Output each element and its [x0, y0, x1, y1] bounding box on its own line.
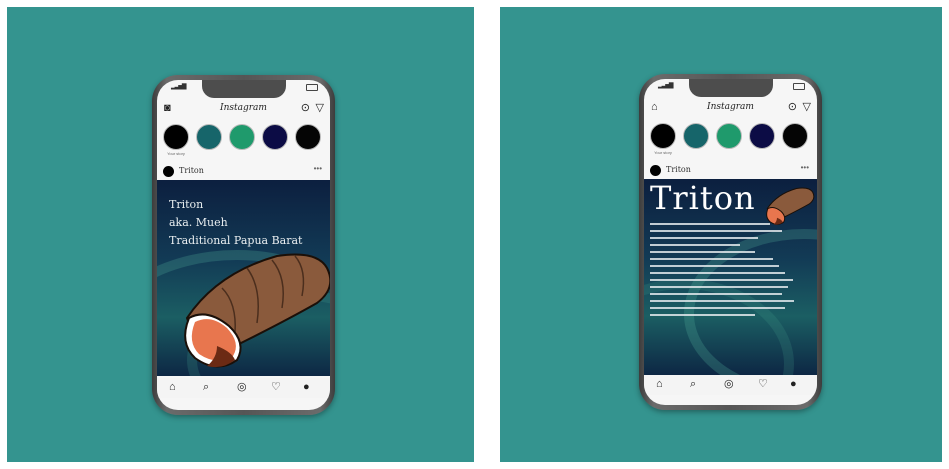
signal-icon: ▂▃▅▇: [658, 83, 674, 89]
battery-icon: [793, 83, 805, 90]
story-avatar: [295, 124, 321, 150]
bottom-nav: ⌂ ⌕ ◎ ♡ ●: [157, 378, 330, 398]
bottom-nav: ⌂ ⌕ ◎ ♡ ●: [644, 375, 817, 395]
right-phone-mockup: ▂▃▅▇ ⌂ Instagram ⊙ ▽ Your story Triton •…: [639, 74, 822, 410]
story-avatar: [196, 124, 222, 150]
post-big-title: Triton: [650, 179, 756, 217]
post-image: Triton aka. Mueh Traditional Papua Barat: [157, 180, 330, 376]
home-icon[interactable]: ⌂: [169, 381, 176, 393]
signal-icon: ▂▃▅▇: [171, 84, 187, 90]
app-header: ⌂ Instagram ⊙ ▽: [644, 99, 817, 119]
right-mockup-background: ▂▃▅▇ ⌂ Instagram ⊙ ▽ Your story Triton •…: [500, 7, 942, 462]
post-avatar[interactable]: [163, 166, 174, 177]
profile-icon[interactable]: ●: [790, 378, 797, 390]
post-avatar[interactable]: [650, 165, 661, 176]
story-avatar: [749, 123, 775, 149]
post-caption-line: Traditional Papua Barat: [169, 234, 303, 247]
story-avatar: [683, 123, 709, 149]
story-avatar: [229, 124, 255, 150]
story-item[interactable]: [194, 124, 224, 151]
story-item[interactable]: [780, 123, 810, 150]
post-caption-line: Triton: [169, 198, 204, 211]
story-avatar: [262, 124, 288, 150]
story-avatar: [650, 123, 676, 149]
story-item[interactable]: Your story: [161, 124, 191, 156]
more-options-icon[interactable]: •••: [314, 164, 322, 173]
left-phone-screen: ▂▃▅▇ ◙ Instagram ⊙ ▽ Your story Triton •…: [157, 80, 330, 410]
right-phone-screen: ▂▃▅▇ ⌂ Instagram ⊙ ▽ Your story Triton •…: [644, 79, 817, 405]
igtv-icon[interactable]: ⊙: [788, 102, 797, 113]
reels-icon[interactable]: ◎: [724, 378, 734, 390]
story-avatar: [782, 123, 808, 149]
direct-message-icon[interactable]: ▽: [316, 103, 324, 114]
direct-message-icon[interactable]: ▽: [803, 102, 811, 113]
story-item[interactable]: [747, 123, 777, 150]
story-item[interactable]: [260, 124, 290, 151]
story-item[interactable]: [293, 124, 323, 151]
triton-shell-illustration: [184, 253, 330, 368]
search-icon[interactable]: ⌕: [690, 378, 696, 390]
shop-icon[interactable]: ♡: [758, 378, 768, 390]
left-phone-mockup: ▂▃▅▇ ◙ Instagram ⊙ ▽ Your story Triton •…: [152, 75, 335, 415]
left-mockup-background: ▂▃▅▇ ◙ Instagram ⊙ ▽ Your story Triton •…: [7, 7, 474, 462]
article-text-block: [650, 223, 800, 321]
post-caption-line: aka. Mueh: [169, 216, 228, 229]
home-icon[interactable]: ⌂: [656, 378, 663, 390]
shop-icon[interactable]: ♡: [271, 381, 281, 393]
phone-notch: [688, 79, 773, 97]
story-avatar: [716, 123, 742, 149]
post-header: Triton •••: [644, 163, 817, 177]
story-label: Your story: [167, 151, 185, 156]
stories-row: Your story: [157, 124, 330, 158]
more-options-icon[interactable]: •••: [801, 163, 809, 172]
story-item[interactable]: [681, 123, 711, 150]
profile-icon[interactable]: ●: [303, 381, 310, 393]
reels-icon[interactable]: ◎: [237, 381, 247, 393]
post-username[interactable]: Triton: [666, 165, 691, 174]
phone-notch: [201, 80, 286, 98]
igtv-icon[interactable]: ⊙: [301, 103, 310, 114]
story-label: Your story: [654, 150, 672, 155]
app-header: ◙ Instagram ⊙ ▽: [157, 100, 330, 120]
battery-icon: [306, 84, 318, 91]
story-avatar: [163, 124, 189, 150]
post-header: Triton •••: [157, 164, 330, 178]
post-image: Triton: [644, 179, 817, 375]
post-username[interactable]: Triton: [179, 166, 204, 175]
search-icon[interactable]: ⌕: [203, 381, 209, 393]
story-item[interactable]: Your story: [648, 123, 678, 155]
story-item[interactable]: [714, 123, 744, 150]
story-item[interactable]: [227, 124, 257, 151]
stories-row: Your story: [644, 123, 817, 157]
